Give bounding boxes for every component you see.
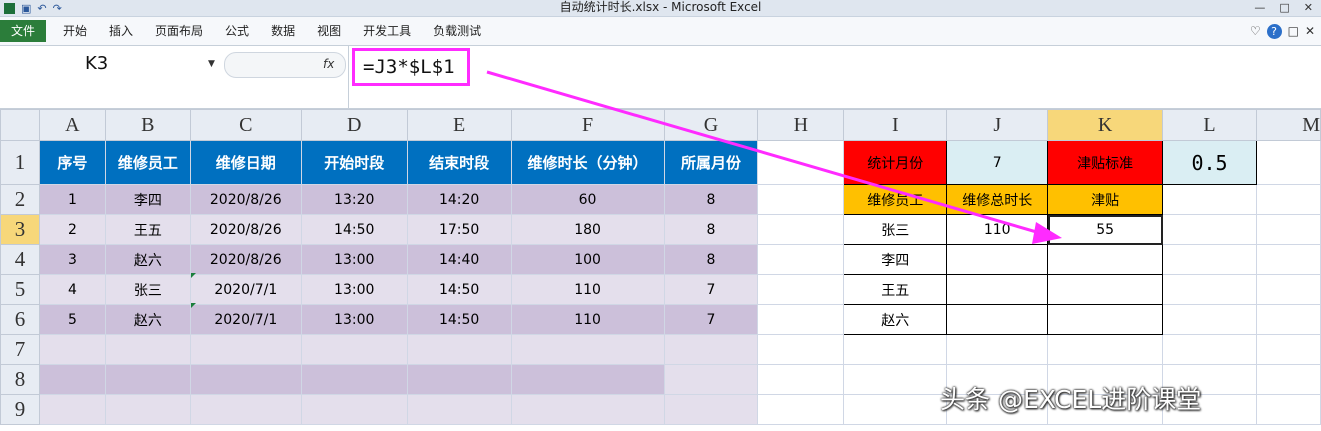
arrow-line	[486, 70, 1041, 235]
watermark: 头条 @EXCEL进阶课堂	[940, 385, 1202, 414]
arrow-head	[1032, 222, 1062, 244]
annotation-arrow	[486, 70, 1062, 244]
